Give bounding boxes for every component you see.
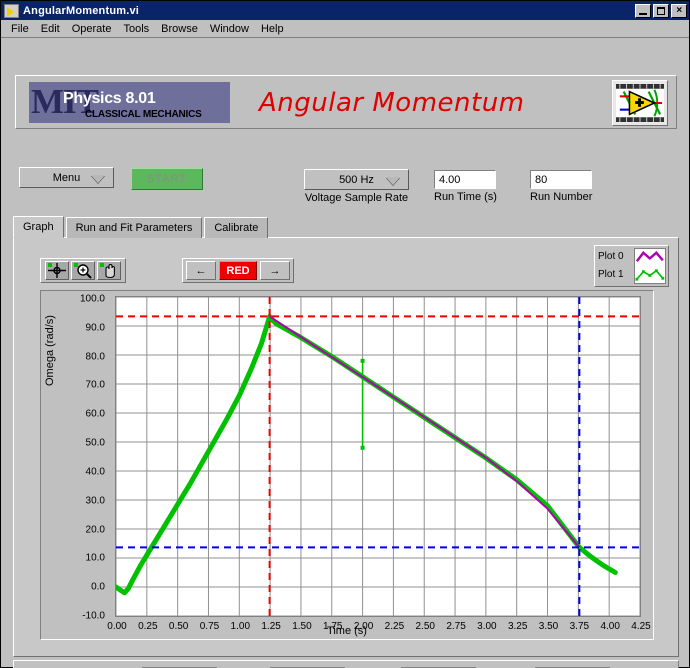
menu-dropdown[interactable]: Menu — [19, 167, 114, 188]
menu-item-window[interactable]: Window — [204, 22, 255, 36]
y-tick-label: 70.0 — [85, 379, 105, 391]
legend-swatches — [634, 248, 666, 284]
start-button[interactable]: START — [131, 168, 203, 190]
pan-hand-icon[interactable] — [97, 261, 121, 280]
graph-tab-pane: ← RED → Plot 0 Plot 1 Omega (rad/s) 100.… — [13, 237, 679, 657]
menu-item-file[interactable]: File — [5, 22, 35, 36]
plot-area[interactable] — [115, 296, 641, 617]
tab-bar: Graph Run and Fit Parameters Calibrate — [13, 216, 270, 238]
legend-label-plot1: Plot 1 — [598, 269, 624, 280]
y-tick-label: 90.0 — [85, 322, 105, 334]
run-number-input[interactable]: 80 — [530, 170, 592, 189]
y-axis-label: Omega (rad/s) — [44, 315, 56, 386]
y-tick-label: 30.0 — [85, 495, 105, 507]
sample-rate-label: Voltage Sample Rate — [304, 192, 409, 204]
close-button[interactable]: × — [671, 3, 687, 18]
title-bar: AngularMomentum.vi × — [1, 1, 689, 20]
run-time-input[interactable]: 4.00 — [434, 170, 496, 189]
plot-legend[interactable]: Plot 0 Plot 1 — [594, 245, 669, 287]
menu-item-help[interactable]: Help — [255, 22, 290, 36]
y-tick-label: 50.0 — [85, 437, 105, 449]
cursor-navigation: ← RED → — [182, 258, 294, 283]
mit-logo: MIT Physics 8.01 CLASSICAL MECHANICS — [29, 82, 230, 123]
window-buttons: × — [635, 3, 687, 18]
legend-label-plot0: Plot 0 — [598, 251, 624, 262]
tab-calibrate[interactable]: Calibrate — [204, 217, 269, 238]
front-panel: MIT Physics 8.01 CLASSICAL MECHANICS Ang… — [1, 38, 689, 668]
menu-item-operate[interactable]: Operate — [66, 22, 118, 36]
page-title: Angular Momentum — [259, 88, 525, 118]
labview-vi-icon — [4, 3, 19, 18]
legend-labels: Plot 0 Plot 1 — [597, 248, 634, 284]
sample-rate-value: 500 Hz — [339, 173, 374, 186]
tab-run-and-fit-parameters[interactable]: Run and Fit Parameters — [65, 217, 203, 238]
y-tick-label: 20.0 — [85, 524, 105, 536]
active-cursor-button[interactable]: RED — [219, 261, 257, 280]
y-tick-label: 80.0 — [85, 351, 105, 363]
chevron-down-icon — [386, 177, 400, 185]
start-control: START — [131, 168, 203, 190]
mit-course-subtitle: CLASSICAL MECHANICS — [85, 109, 202, 120]
cursor-next-button[interactable]: → — [260, 261, 290, 280]
y-axis-ticks: 100.0 90.0 80.0 70.0 60.0 50.0 40.0 30.0 20.0 10.… — [57, 293, 105, 622]
maximize-button[interactable] — [653, 3, 669, 18]
tab-graph[interactable]: Graph — [13, 216, 64, 238]
run-time-control: 4.00 Run Time (s) — [434, 170, 497, 203]
window-title: AngularMomentum.vi — [23, 4, 140, 17]
y-tick-label: 10.0 — [85, 552, 105, 564]
x-axis-label: Time (s) — [327, 625, 367, 637]
sample-rate-control: 500 Hz Voltage Sample Rate — [304, 169, 409, 204]
header-banner: MIT Physics 8.01 CLASSICAL MECHANICS Ang… — [15, 75, 677, 129]
mit-course-title: Physics 8.01 — [63, 90, 156, 107]
menu-item-tools[interactable]: Tools — [117, 22, 155, 36]
run-number-control: 80 Run Number — [530, 170, 592, 203]
menu-dropdown-label: Menu — [52, 171, 81, 184]
y-tick-label: -10.0 — [82, 610, 105, 622]
menu-control: Menu — [19, 167, 114, 188]
y-tick-label: 100.0 — [79, 293, 105, 305]
labview-logo-icon — [612, 80, 668, 126]
close-icon: × — [676, 4, 682, 16]
run-time-label: Run Time (s) — [434, 191, 497, 203]
cursor-readouts: Red X 1.2460 Red Y 93.311 Blue X 3.7581 … — [13, 660, 679, 668]
y-tick-label: 60.0 — [85, 408, 105, 420]
menu-bar: File Edit Operate Tools Browse Window He… — [1, 20, 689, 38]
sample-rate-dropdown[interactable]: 500 Hz — [304, 169, 409, 190]
y-tick-label: 0.0 — [91, 581, 105, 593]
application-window: AngularMomentum.vi × File Edit Operate T… — [0, 0, 690, 668]
run-number-label: Run Number — [530, 191, 593, 203]
waveform-graph: Omega (rad/s) 100.0 90.0 80.0 70.0 60.0 50.0 4… — [40, 290, 654, 640]
minimize-button[interactable] — [635, 3, 651, 18]
zoom-magnifier-icon[interactable] — [71, 261, 95, 280]
menu-item-browse[interactable]: Browse — [155, 22, 204, 36]
menu-item-edit[interactable]: Edit — [35, 22, 66, 36]
cursor-prev-button[interactable]: ← — [186, 261, 216, 280]
crosshair-cursor-icon[interactable] — [45, 261, 69, 280]
chevron-down-icon — [91, 175, 105, 183]
graph-palette — [40, 258, 126, 283]
y-tick-label: 40.0 — [85, 466, 105, 478]
